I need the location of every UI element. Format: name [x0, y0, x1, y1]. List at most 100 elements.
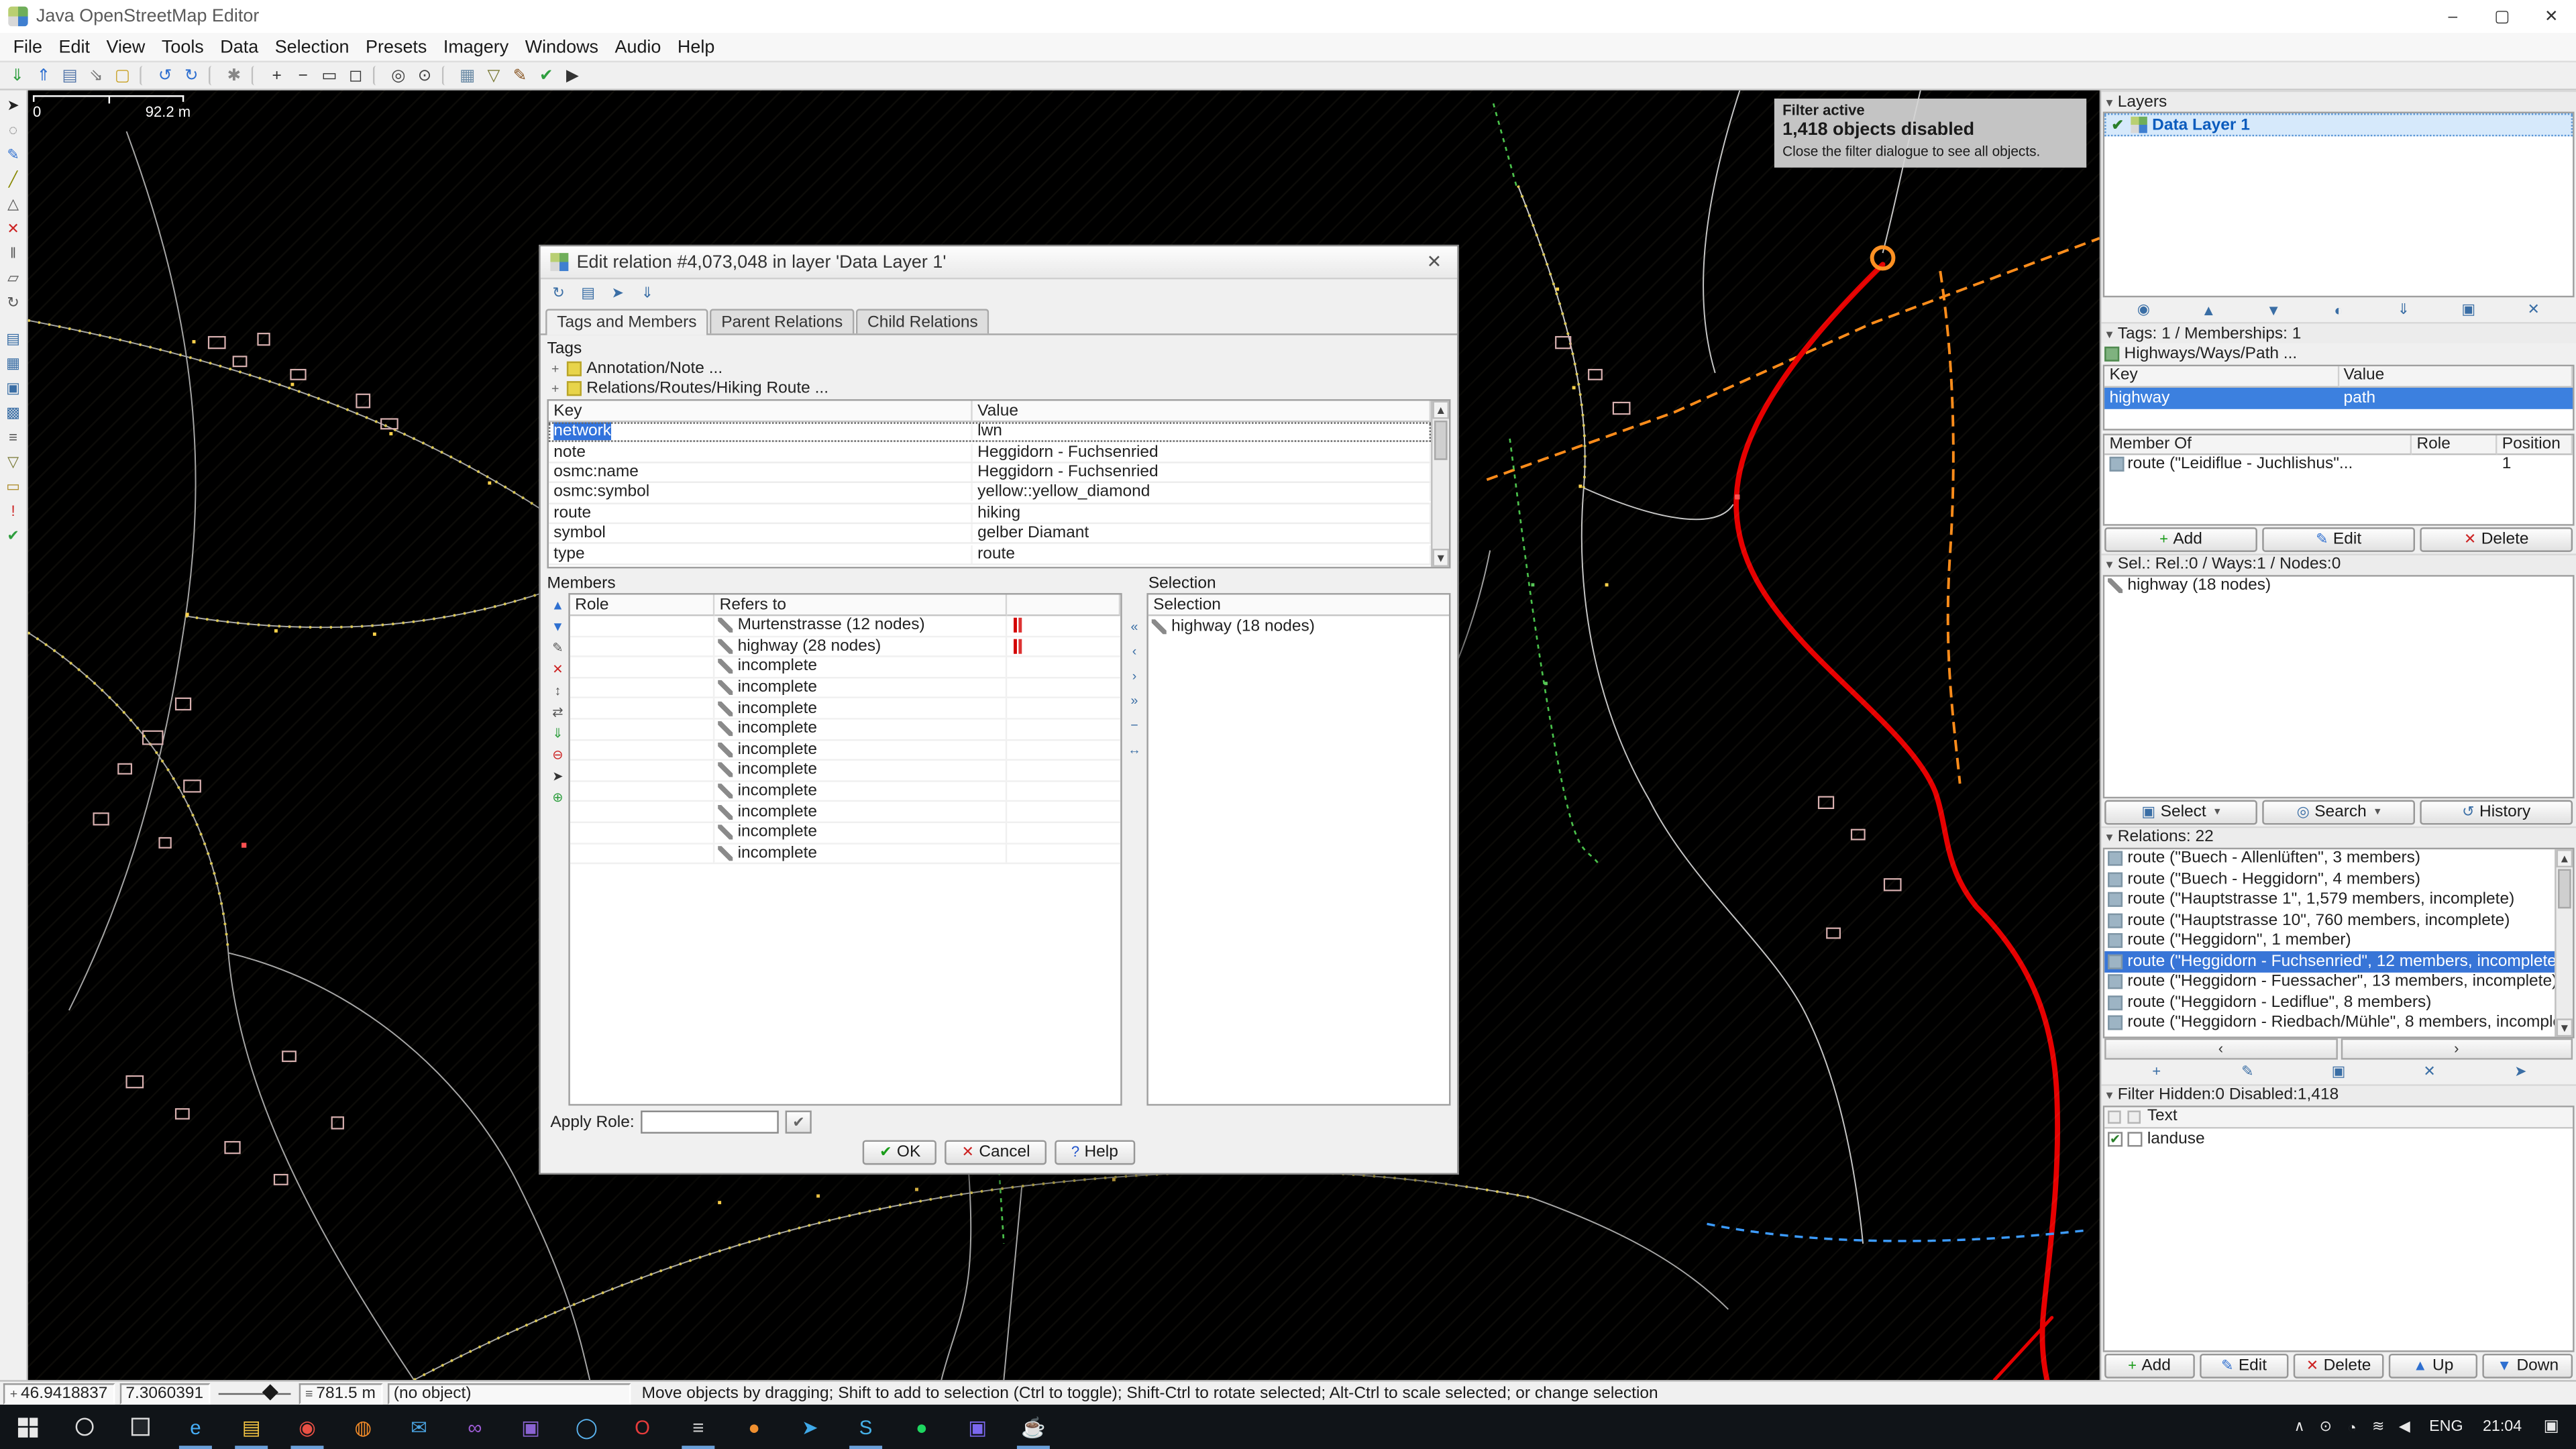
search-icon[interactable]: ◎: [386, 63, 411, 88]
filter-edit-button[interactable]: ✎Edit: [2199, 1353, 2289, 1378]
member-row[interactable]: incomplete: [570, 740, 1120, 761]
key-column-header[interactable]: Key: [2104, 366, 2339, 387]
tag-row[interactable]: highway path: [2104, 387, 2573, 409]
relation-edit-icon[interactable]: ✎: [2236, 1061, 2259, 1082]
filter-delete-button[interactable]: ✕Delete: [2294, 1353, 2383, 1378]
search-button[interactable]: ◎Search: [2262, 799, 2415, 824]
tag-row[interactable]: note Heggidorn - Fuchsenried: [549, 443, 1431, 463]
layer-delete-icon[interactable]: ✕: [2522, 299, 2545, 321]
apply-changes-icon[interactable]: ▤: [577, 282, 600, 305]
member-add-icon[interactable]: ⊕: [548, 789, 568, 807]
member-download-icon[interactable]: ⇓: [548, 724, 568, 743]
relations-panel-header[interactable]: ▾ Relations: 22: [2101, 826, 2576, 847]
lasso-tool-icon[interactable]: ◌: [1, 118, 25, 141]
dialog-tab[interactable]: Child Relations: [856, 309, 989, 333]
hidden-icons-chevron-icon[interactable]: ∧: [2286, 1405, 2312, 1449]
filter-up-button[interactable]: ▲Up: [2388, 1353, 2478, 1378]
preset-expander-icon[interactable]: +: [547, 380, 564, 395]
tags-panel-header[interactable]: ▾ Tags: 1 / Memberships: 1: [2101, 322, 2576, 343]
collapse-icon[interactable]: ▾: [2106, 830, 2113, 845]
filter-enabled-checkbox[interactable]: ✔: [2108, 1131, 2123, 1146]
relation-item[interactable]: route ("Hauptstrasse 10", 760 members, i…: [2104, 910, 2555, 931]
open-file-icon[interactable]: ▢: [110, 63, 135, 88]
scroll-thumb[interactable]: [1434, 421, 1448, 460]
menu-item[interactable]: Help: [669, 37, 723, 56]
menu-item[interactable]: Audio: [606, 37, 669, 56]
zoom-out-icon[interactable]: −: [290, 63, 315, 88]
member-remove-selected-icon[interactable]: ⊖: [548, 746, 568, 764]
menu-item[interactable]: Tools: [154, 37, 212, 56]
close-button[interactable]: ✕: [2527, 0, 2576, 33]
dialog-tab[interactable]: Parent Relations: [710, 309, 854, 333]
value-column-header[interactable]: Value: [973, 401, 1431, 423]
visual-studio-icon[interactable]: ∞: [447, 1405, 502, 1449]
filter-add-button[interactable]: +Add: [2104, 1353, 2194, 1378]
toolbar-separator[interactable]: [252, 66, 260, 85]
commands-panel-icon[interactable]: ≡: [1, 425, 25, 448]
member-row[interactable]: incomplete: [570, 823, 1120, 844]
select-button[interactable]: ▣Select: [2104, 799, 2257, 824]
relation-select-icon[interactable]: ➤: [2509, 1061, 2532, 1082]
mappaint-icon[interactable]: ✎: [508, 63, 533, 88]
preset-expander-icon[interactable]: +: [547, 361, 564, 376]
help-button[interactable]: ?Help: [1055, 1139, 1134, 1164]
scroll-down-icon[interactable]: ▼: [2557, 1018, 2573, 1036]
filter-panel-header[interactable]: ▾ Filter Hidden:0 Disabled:1,418: [2101, 1083, 2576, 1105]
page-next-button[interactable]: ›: [2341, 1038, 2573, 1059]
key-column-header[interactable]: Key: [549, 401, 973, 423]
upload-icon[interactable]: ⇑: [32, 63, 56, 88]
clock[interactable]: 21:04: [2475, 1417, 2530, 1436]
tag-row[interactable]: symbol gelber Diamant: [549, 524, 1431, 544]
collapse-icon[interactable]: ▾: [2106, 326, 2113, 341]
selection-add-at-start-icon[interactable]: «: [1124, 616, 1145, 635]
relation-item[interactable]: route ("Heggidorn - Lediflue", 8 members…: [2104, 992, 2555, 1013]
connectivity-column-header[interactable]: [1007, 595, 1120, 616]
file-explorer-icon[interactable]: ▤: [223, 1405, 279, 1449]
preset-row[interactable]: + Annotation/Note ...: [547, 358, 1451, 378]
draw-node-tool-icon[interactable]: ✎: [1, 143, 25, 166]
selection-swap-icon[interactable]: ↔: [1124, 739, 1145, 759]
member-delete-icon[interactable]: ✕: [548, 660, 568, 678]
add-tag-button[interactable]: +Add: [2104, 527, 2257, 551]
edit-tag-button[interactable]: ✎Edit: [2262, 527, 2415, 551]
layer-visibility-checkbox[interactable]: ✔: [2109, 116, 2125, 134]
member-row[interactable]: incomplete: [570, 678, 1120, 699]
relations-panel-icon[interactable]: ▩: [1, 401, 25, 424]
firefox-icon[interactable]: ◍: [335, 1405, 391, 1449]
save-icon[interactable]: ▤: [58, 63, 83, 88]
menu-item[interactable]: Presets: [358, 37, 435, 56]
start-button[interactable]: [0, 1405, 56, 1449]
relation-delete-icon[interactable]: ✕: [2418, 1061, 2441, 1082]
parallel-tool-icon[interactable]: ‖: [1, 241, 25, 264]
network-icon[interactable]: ≋: [2365, 1405, 2392, 1449]
member-row[interactable]: incomplete: [570, 802, 1120, 823]
menu-item[interactable]: File: [5, 37, 50, 56]
zoom-to-data-icon[interactable]: ◻: [343, 63, 368, 88]
refers-to-column-header[interactable]: Refers to: [714, 595, 1007, 616]
orange-app-icon[interactable]: ●: [726, 1405, 782, 1449]
volume-icon[interactable]: ◀: [2392, 1405, 2418, 1449]
enabled-column-header[interactable]: [2108, 1110, 2121, 1123]
selection-item[interactable]: highway (18 nodes): [1148, 616, 1449, 637]
member-move-up-icon[interactable]: ▲: [548, 596, 568, 614]
undo-icon[interactable]: ↺: [153, 63, 178, 88]
layers-panel-icon[interactable]: ▤: [1, 327, 25, 350]
left-toolbar-separator[interactable]: [1, 315, 25, 325]
layer-down-icon[interactable]: ▼: [2262, 299, 2285, 321]
select-relation-icon[interactable]: ➤: [606, 282, 629, 305]
apply-role-button[interactable]: ✔: [786, 1111, 812, 1134]
tag-table-scrollbar[interactable]: ▲ ▼: [1431, 401, 1449, 567]
membership-row[interactable]: route ("Leidiflue - Juchlishus"... 1: [2104, 454, 2573, 474]
filter-down-button[interactable]: ▼Down: [2483, 1353, 2573, 1378]
opera-icon[interactable]: O: [614, 1405, 670, 1449]
download-icon[interactable]: ⇓: [5, 63, 30, 88]
dialog-tab[interactable]: Tags and Members: [545, 309, 708, 335]
refresh-relation-icon[interactable]: ↻: [547, 282, 570, 305]
skype-icon[interactable]: S: [838, 1405, 894, 1449]
tag-row[interactable]: osmc:symbol yellow::yellow_diamond: [549, 483, 1431, 503]
value-column-header[interactable]: Value: [2339, 366, 2573, 387]
member-row[interactable]: highway (28 nodes): [570, 637, 1120, 657]
history-button[interactable]: ↺History: [2420, 799, 2573, 824]
cancel-button[interactable]: ✕Cancel: [945, 1139, 1046, 1164]
layer-duplicate-icon[interactable]: ▣: [2457, 299, 2480, 321]
